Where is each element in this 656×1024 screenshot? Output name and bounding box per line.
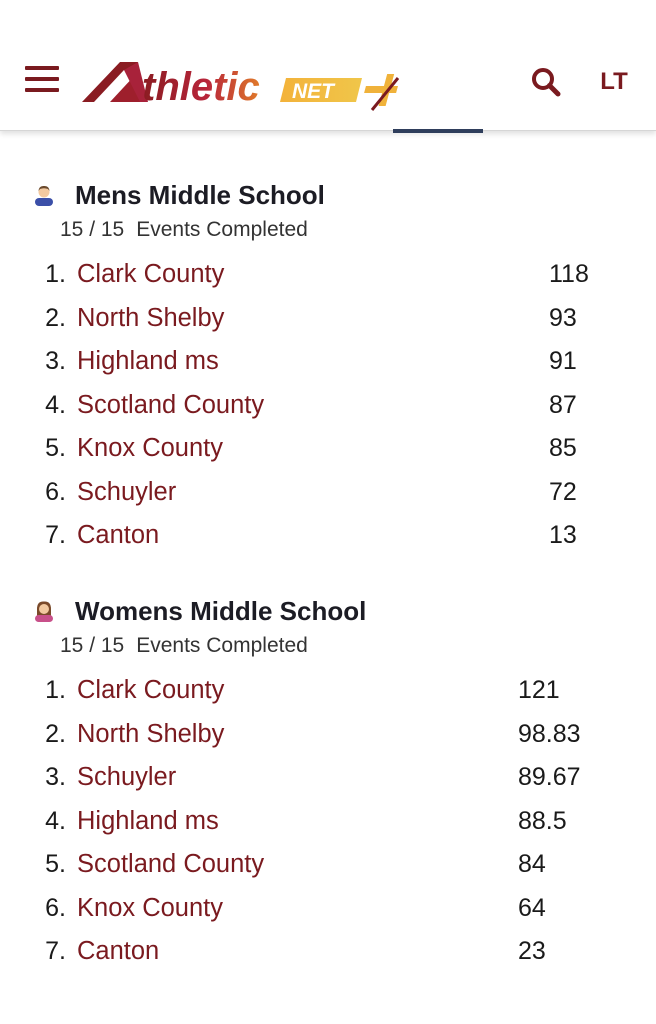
team-name-link[interactable]: North Shelby [77,714,224,754]
team-standings-list: 1. Clark County 121 2. North Shelby 98.8… [0,670,656,975]
team-standings-list: 1. Clark County 118 2. North Shelby 93 3… [0,254,656,559]
hamburger-icon-bar [25,88,59,92]
active-tab-indicator [393,129,483,133]
team-rank: 4. [45,390,66,419]
team-row: 1. Clark County 121 [0,670,656,714]
search-icon [532,68,561,97]
team-score: 84 [518,850,546,878]
team-rank: 4. [45,806,66,835]
division-title: Mens Middle School [75,180,325,210]
team-score: 118 [549,260,589,288]
team-score: 64 [518,893,546,922]
athletic-net-logo[interactable]: thletic NET [80,56,410,112]
team-name-link[interactable]: North Shelby [77,298,224,338]
team-name-link[interactable]: Schuyler [77,472,176,512]
team-rank: 6. [45,893,66,922]
hamburger-icon-bar [25,77,59,81]
team-rank: 3. [45,347,66,375]
team-name-link[interactable]: Highland ms [77,341,219,381]
team-score: 85 [549,434,577,462]
team-name-link[interactable]: Clark County [77,670,224,710]
team-name-link[interactable]: Scotland County [77,385,264,425]
user-account-button[interactable]: LT [594,66,634,98]
events-label: Events Completed [136,634,308,657]
team-name-link[interactable]: Knox County [77,428,223,468]
team-row: 4. Highland ms 88.5 [0,801,656,845]
female-person-icon [35,601,53,622]
team-score: 121 [518,676,560,704]
team-score: 13 [549,521,577,549]
team-name-link[interactable]: Clark County [77,254,224,294]
events-completed-status: 15 / 15 Events Completed [60,216,308,244]
team-rank: 1. [45,676,66,704]
team-score: 89.67 [518,763,581,791]
team-row: 2. North Shelby 98.83 [0,714,656,758]
team-row: 1. Clark County 118 [0,254,656,298]
search-button[interactable] [530,66,562,98]
team-score: 91 [549,347,577,375]
team-rank: 5. [45,850,66,878]
team-name-link[interactable]: Schuyler [77,757,176,797]
team-name-link[interactable]: Scotland County [77,844,264,884]
events-label: Events Completed [136,218,308,241]
division-title: Womens Middle School [75,596,367,626]
team-rank: 7. [45,937,66,965]
top-app-bar: thletic NET LT [0,0,656,133]
team-row: 7. Canton 23 [0,931,656,975]
events-count: 15 / 15 [60,634,125,657]
team-name-link[interactable]: Canton [77,931,159,971]
team-rank: 6. [45,477,66,506]
team-row: 5. Knox County 85 [0,428,656,472]
team-row: 3. Schuyler 89.67 [0,757,656,801]
male-person-icon [35,185,53,206]
team-rank: 7. [45,521,66,549]
team-rank: 3. [45,763,66,791]
team-row: 6. Knox County 64 [0,888,656,932]
team-row: 6. Schuyler 72 [0,472,656,516]
menu-button[interactable] [25,64,59,94]
hamburger-icon-bar [25,66,59,70]
events-count: 15 / 15 [60,218,125,241]
team-score: 93 [549,303,577,332]
team-row: 4. Scotland County 87 [0,385,656,429]
team-rank: 2. [45,719,66,748]
team-name-link[interactable]: Knox County [77,888,223,928]
team-rank: 5. [45,434,66,462]
team-rank: 2. [45,303,66,332]
team-name-link[interactable]: Canton [77,515,159,555]
team-score: 88.5 [518,806,567,835]
team-row: 5. Scotland County 84 [0,844,656,888]
team-rank: 1. [45,260,66,288]
athletic-net-logo-icon: thletic NET [82,62,400,111]
team-name-link[interactable]: Highland ms [77,801,219,841]
events-completed-status: 15 / 15 Events Completed [60,632,308,660]
team-score: 87 [549,390,577,419]
svg-text:thletic: thletic [142,65,260,109]
team-score: 72 [549,477,577,506]
team-row: 3. Highland ms 91 [0,341,656,385]
team-score: 23 [518,937,546,965]
team-row: 7. Canton 13 [0,515,656,559]
team-row: 2. North Shelby 93 [0,298,656,342]
svg-text:NET: NET [292,80,336,103]
team-score: 98.83 [518,719,581,748]
